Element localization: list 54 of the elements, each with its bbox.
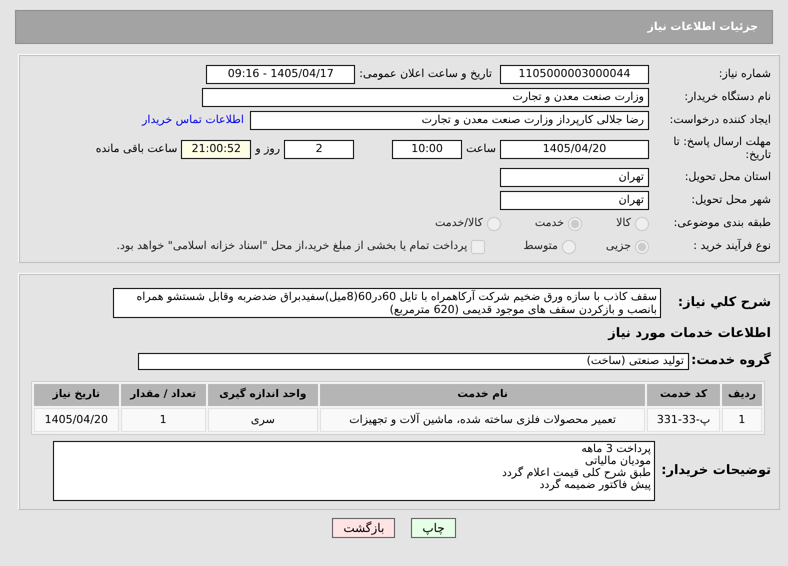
option-label: خدمت xyxy=(534,215,564,232)
payment-note: پرداخت تمام یا بخشی از مبلغ خرید،از محل "اسناد خزانه اسلامی" خواهد بود. xyxy=(116,238,468,254)
table-cell: تعمیر محصولات فلزی ساخته شده، ماشین آلات و تجهیزات xyxy=(320,408,646,432)
field-label: ساعت باقی مانده xyxy=(96,140,178,157)
remaining-time-field: 21:00:52 xyxy=(181,140,252,158)
field-label: شماره نیاز: xyxy=(718,68,772,81)
announce-date-field: 1405/04/17 - 09:16 xyxy=(206,65,356,84)
buyer-contact-link[interactable]: اطلاعات تماس خریدار xyxy=(142,112,244,129)
description-box: سقف کاذب با سازه ورق ضخیم شرکت آرکاهمراه با تایل 60در60(8میل)سفیدبراق ضدضربه وقابل شستشو همراه بانصب و بازکردن سقف های موجود قدیمی (620 مترمربع) xyxy=(113,288,661,318)
note-line: طبق شرح کلی قیمت اعلام گردد xyxy=(501,467,651,480)
option-label: کالا/خدمت xyxy=(435,215,483,232)
option-label: جزیی xyxy=(606,238,631,254)
field-label: توضیحات خریدار: xyxy=(660,464,772,479)
table-cell: 1 xyxy=(722,408,762,432)
field-label: ایجاد کننده درخواست: xyxy=(668,114,772,127)
option-label: متوسط xyxy=(523,238,558,254)
section-title: اطلاعات خدمات مورد نیاز xyxy=(606,325,772,344)
buyer-field: وزارت صنعت معدن و تجارت xyxy=(202,88,649,107)
service-group-field: تولید صنعتی (ساخت) xyxy=(138,352,689,370)
city-field: تهران xyxy=(500,191,649,210)
field-label: شرح کلي نياز: xyxy=(676,294,772,311)
field-label: تاریخ و ساعت اعلان عمومی: xyxy=(359,66,492,82)
field-label: مهلت ارسال پاسخ: تا تاریخ: xyxy=(672,136,772,162)
back-button[interactable]: بازگشت xyxy=(332,518,396,538)
table-cell: سری xyxy=(208,408,318,432)
field-label: نوع فرآیند خرید : xyxy=(692,240,772,253)
table-cell: 1 xyxy=(120,408,206,432)
field-label: نام دستگاه خریدار: xyxy=(683,91,772,104)
days-field: 2 xyxy=(284,140,354,158)
field-label: گروه خدمت: xyxy=(690,354,772,369)
field-label: طبقه بندی موضوعی: xyxy=(672,217,772,230)
column-header: تعداد / مقدار xyxy=(120,384,206,406)
note-line: مودیان مالیاتی xyxy=(584,455,651,468)
field-label: روز و xyxy=(255,140,280,157)
field-label: استان محل تحویل: xyxy=(684,171,772,184)
option-label: کالا xyxy=(616,215,631,232)
requester-field: رضا جلالی کارپرداز وزارت صنعت معدن و تجارت xyxy=(250,111,649,130)
page-title: جزئیات اطلاعات نیاز xyxy=(648,18,758,35)
table-cell: پ-33-331 xyxy=(647,408,720,432)
need-number-field: 1105000003000044 xyxy=(500,65,649,84)
deadline-time-field: 10:00 xyxy=(392,140,462,158)
column-header: نام خدمت xyxy=(320,384,646,406)
column-header: کد خدمت xyxy=(647,384,720,406)
column-header: ردیف xyxy=(722,384,762,406)
province-field: تهران xyxy=(500,168,649,187)
note-line: پیش فاکتور ضمیمه گردد xyxy=(540,479,651,492)
column-header: تاریخ نیاز xyxy=(34,384,119,406)
print-button[interactable]: چاپ xyxy=(411,518,456,538)
table-cell: 1405/04/20 xyxy=(34,408,119,432)
field-label: ساعت xyxy=(466,140,496,157)
deadline-date-field: 1405/04/20 xyxy=(500,140,649,158)
note-line: پرداخت 3 ماهه xyxy=(580,443,651,456)
column-header: واحد اندازه گیری xyxy=(208,384,318,406)
field-label: شهر محل تحویل: xyxy=(690,194,772,207)
